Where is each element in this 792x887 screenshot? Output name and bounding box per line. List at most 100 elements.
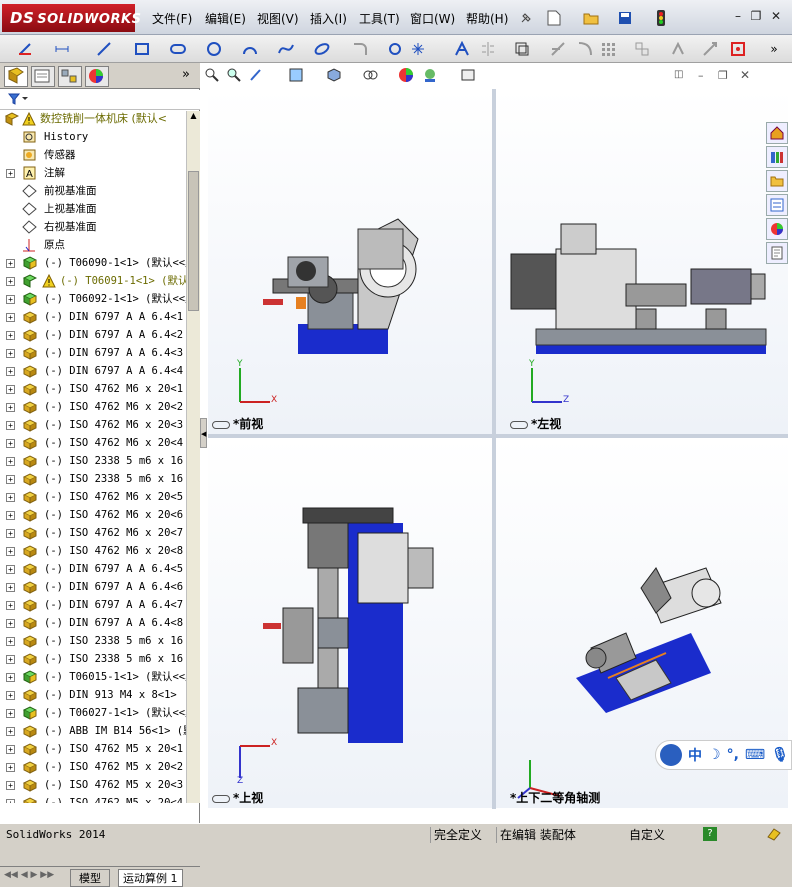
tree-item[interactable]: + (-) ABB IM B14 56<1> (默: [0, 722, 186, 740]
expand-toggle-icon[interactable]: +: [6, 511, 15, 520]
help-icon[interactable]: ?: [703, 827, 717, 841]
zoom-to-fit-icon[interactable]: [204, 67, 220, 86]
open-folder-icon[interactable]: [580, 7, 602, 29]
tree-item[interactable]: + (-) T06091-1<1> (默认: [0, 272, 186, 290]
text-icon[interactable]: [452, 39, 472, 59]
point-icon[interactable]: [408, 39, 428, 59]
ime-punctuation-icon[interactable]: °,: [727, 747, 739, 763]
expand-toggle-icon[interactable]: +: [6, 403, 15, 412]
convert-entities-icon[interactable]: [548, 39, 568, 59]
link-views-icon[interactable]: [510, 420, 528, 429]
solidworks-logo[interactable]: DS SOLIDWORKS: [2, 4, 141, 32]
expand-toggle-icon[interactable]: +: [6, 493, 15, 502]
tree-item[interactable]: + (-) ISO 2338 5 m6 x 16 -: [0, 650, 186, 668]
restore-icon[interactable]: ❐: [748, 8, 764, 24]
link-views-icon[interactable]: [212, 420, 230, 429]
trim-icon[interactable]: [575, 39, 595, 59]
edit-appearance-icon[interactable]: [398, 67, 414, 86]
tree-item[interactable]: 右视基准面: [0, 218, 186, 236]
plane-icon[interactable]: [385, 39, 405, 59]
quick-snaps-icon[interactable]: [728, 39, 748, 59]
menu-file[interactable]: 文件(F): [152, 10, 192, 27]
viewport-link-icon[interactable]: ◫: [674, 69, 683, 80]
property-manager-tab-icon[interactable]: [31, 66, 55, 87]
expand-toggle-icon[interactable]: +: [6, 745, 15, 754]
expand-toggle-icon[interactable]: +: [6, 421, 15, 430]
line-icon[interactable]: [94, 39, 114, 59]
expand-toggle-icon[interactable]: +: [6, 781, 15, 790]
expand-toggle-icon[interactable]: +: [6, 313, 15, 322]
graphics-area[interactable]: ◫ – ❐ ✕ Y X *前视 Y Z *左视 X Z *上视 *上下二等角轴测…: [200, 63, 792, 823]
feature-manager-tab-icon[interactable]: [4, 66, 28, 87]
display-relations-icon[interactable]: [668, 39, 688, 59]
ime-toolbar[interactable]: 中 ☽ °, ⌨ 🎙: [655, 740, 792, 770]
tree-item[interactable]: + (-) ISO 4762 M6 x 20<7: [0, 524, 186, 542]
rebuild-status-icon[interactable]: [766, 827, 782, 843]
expand-toggle-icon[interactable]: +: [6, 673, 15, 682]
view-palette-icon[interactable]: [766, 194, 788, 216]
menu-edit[interactable]: 编辑(E): [205, 10, 246, 27]
more-tools-icon[interactable]: »: [764, 39, 784, 59]
ime-keyboard-icon[interactable]: ⌨: [745, 747, 765, 763]
pin-icon[interactable]: [515, 7, 537, 29]
offset-icon[interactable]: [512, 39, 532, 59]
viewport-close-icon[interactable]: ✕: [740, 68, 750, 82]
status-custom-units[interactable]: 自定义: [626, 827, 668, 843]
section-view-icon[interactable]: [288, 67, 304, 86]
expand-toggle-icon[interactable]: +: [6, 385, 15, 394]
repair-sketch-icon[interactable]: [700, 39, 720, 59]
design-library-icon[interactable]: [766, 146, 788, 168]
view-settings-icon[interactable]: [460, 67, 476, 86]
tree-item[interactable]: + (-) DIN 6797 A A 6.4<5: [0, 560, 186, 578]
expand-toggle-icon[interactable]: +: [6, 295, 15, 304]
circle-icon[interactable]: [204, 39, 224, 59]
new-document-icon[interactable]: [543, 7, 565, 29]
collapse-pane-icon[interactable]: ◀: [200, 418, 207, 448]
tree-item[interactable]: + (-) ISO 2338 5 m6 x 16 -: [0, 470, 186, 488]
tree-item[interactable]: + (-) ISO 2338 5 m6 x 16 -: [0, 452, 186, 470]
tree-item[interactable]: + (-) DIN 6797 A A 6.4<1: [0, 308, 186, 326]
ime-logo-icon[interactable]: [660, 744, 682, 766]
slot-icon[interactable]: [168, 39, 188, 59]
expand-toggle-icon[interactable]: +: [6, 763, 15, 772]
tree-item[interactable]: + (-) ISO 4762 M6 x 20<2: [0, 398, 186, 416]
apply-scene-icon[interactable]: [422, 67, 438, 86]
menu-view[interactable]: 视图(V): [257, 10, 299, 27]
rebuild-traffic-light-icon[interactable]: [650, 7, 672, 29]
tree-item[interactable]: + (-) DIN 6797 A A 6.4<8: [0, 614, 186, 632]
expand-toggle-icon[interactable]: +: [6, 655, 15, 664]
custom-properties-icon[interactable]: [766, 242, 788, 264]
tree-item[interactable]: + A 注解: [0, 164, 186, 182]
appearances-icon[interactable]: [766, 218, 788, 240]
tree-item[interactable]: + (-) ISO 4762 M5 x 20<2: [0, 758, 186, 776]
sketch-icon[interactable]: [16, 39, 36, 59]
tree-item[interactable]: + (-) ISO 4762 M5 x 20<1: [0, 740, 186, 758]
zoom-area-icon[interactable]: [226, 67, 242, 86]
menu-insert[interactable]: 插入(I): [310, 10, 347, 27]
scroll-thumb[interactable]: [188, 171, 199, 311]
expand-toggle-icon[interactable]: +: [6, 169, 15, 178]
previous-view-icon[interactable]: [248, 67, 264, 86]
save-icon[interactable]: [614, 7, 636, 29]
viewport-front[interactable]: Y X *前视: [208, 89, 492, 434]
linear-pattern-icon[interactable]: [598, 39, 618, 59]
configuration-manager-tab-icon[interactable]: [58, 66, 82, 87]
tree-item[interactable]: + (-) DIN 913 M4 x 8<1>: [0, 686, 186, 704]
expand-toggle-icon[interactable]: +: [6, 799, 15, 803]
expand-toggle-icon[interactable]: +: [6, 457, 15, 466]
tree-item[interactable]: + (-) ISO 4762 M6 x 20<8: [0, 542, 186, 560]
close-icon[interactable]: ✕: [768, 8, 784, 24]
home-icon[interactable]: [766, 122, 788, 144]
menu-help[interactable]: 帮助(H): [466, 10, 508, 27]
vertical-splitter[interactable]: [492, 89, 496, 809]
tab-nav-arrows-icon[interactable]: ◀◀ ◀ ▶ ▶▶: [4, 870, 54, 880]
tree-item[interactable]: + (-) ISO 4762 M6 x 20<6: [0, 506, 186, 524]
ime-moon-icon[interactable]: ☽: [708, 747, 721, 763]
scroll-up-icon[interactable]: ▲: [188, 111, 199, 123]
expand-toggle-icon[interactable]: +: [6, 331, 15, 340]
ellipse-icon[interactable]: [312, 39, 332, 59]
expand-toggle-icon[interactable]: +: [6, 475, 15, 484]
tree-item[interactable]: + (-) ISO 4762 M6 x 20<5: [0, 488, 186, 506]
tree-item[interactable]: + (-) ISO 4762 M6 x 20<1: [0, 380, 186, 398]
tree-item[interactable]: 上视基准面: [0, 200, 186, 218]
